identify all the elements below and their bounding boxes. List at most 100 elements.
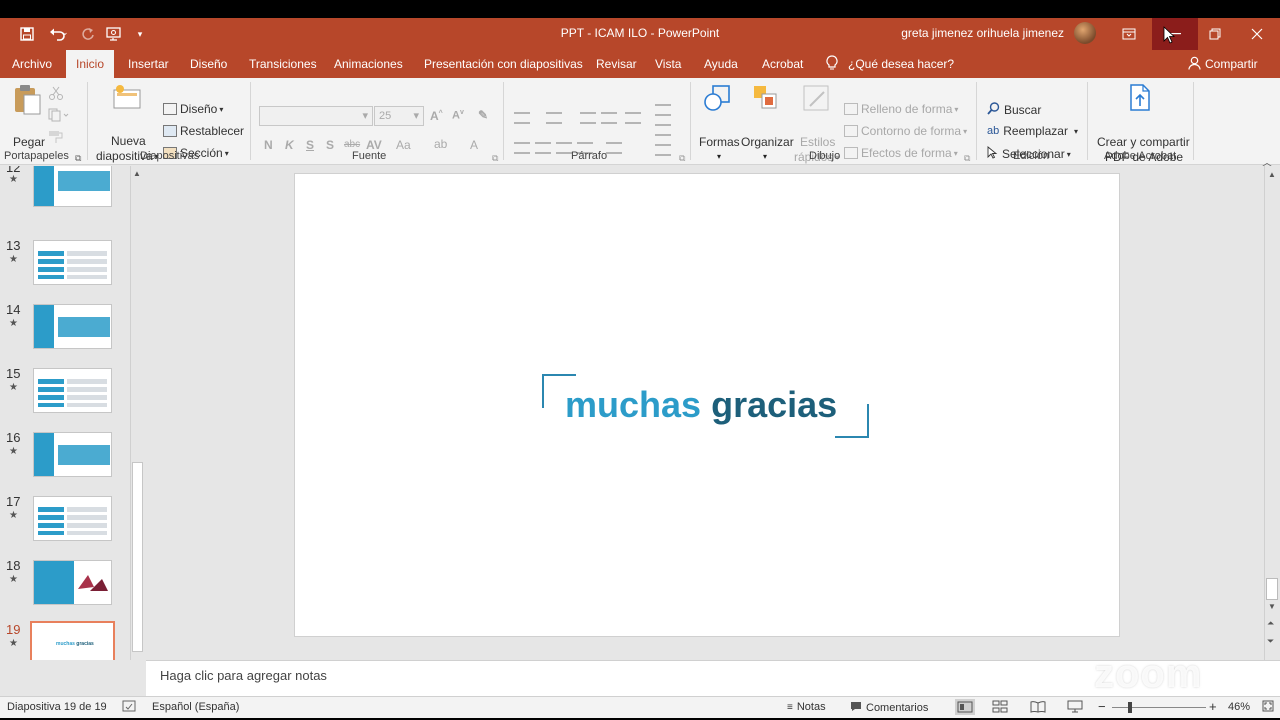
numbering-icon[interactable] [546, 112, 562, 124]
scroll-up-icon[interactable]: ▲ [133, 169, 141, 178]
align-left-icon[interactable] [514, 142, 530, 154]
create-pdf-icon[interactable] [1128, 84, 1154, 115]
fit-to-window-icon[interactable] [1262, 700, 1274, 715]
copy-icon[interactable] [48, 108, 70, 125]
thumbnail-slide-16[interactable] [33, 432, 112, 477]
comments-toggle[interactable]: Comentarios [850, 701, 928, 715]
zoom-out-icon[interactable]: − [1098, 699, 1106, 714]
language-status[interactable]: Español (España) [152, 701, 239, 713]
format-painter-icon[interactable] [48, 130, 64, 147]
thumbnail-slide-19[interactable]: muchas gracias [30, 621, 115, 660]
slide-canvas[interactable]: muchas gracias [294, 173, 1120, 637]
clipboard-launcher-icon[interactable]: ⧉ [75, 153, 81, 164]
bullets-icon[interactable] [514, 112, 530, 124]
share-button[interactable]: Compartir [1188, 50, 1258, 78]
tab-diseno[interactable]: Diseño [186, 50, 231, 78]
scroll-down-icon[interactable]: ▼ [1268, 602, 1276, 611]
font-name-combo[interactable]: ▾ [259, 106, 373, 126]
previous-slide-icon[interactable]: ⏶ [1267, 618, 1274, 629]
align-right-icon[interactable] [556, 142, 572, 154]
align-text-icon[interactable] [655, 124, 671, 136]
thumbnail-slide-17[interactable] [33, 496, 112, 541]
zoom-in-icon[interactable]: + [1209, 699, 1217, 714]
restore-button[interactable] [1192, 18, 1238, 50]
tab-animaciones[interactable]: Animaciones [330, 50, 407, 78]
drawing-launcher-icon[interactable]: ⧉ [964, 153, 970, 164]
thumbnail-slide-12[interactable] [33, 166, 112, 207]
clear-formatting-icon[interactable]: ✎ [478, 108, 488, 122]
cut-icon[interactable] [48, 86, 64, 103]
decrease-indent-icon[interactable] [580, 112, 596, 124]
text-direction-icon[interactable] [655, 104, 671, 116]
quick-styles-icon[interactable] [802, 84, 832, 117]
avatar[interactable] [1074, 22, 1096, 44]
slideshow-icon[interactable] [1067, 700, 1083, 716]
arrange-icon[interactable] [752, 84, 780, 115]
slide-sorter-icon[interactable] [992, 700, 1008, 716]
slide-title[interactable]: muchas gracias [565, 384, 837, 426]
reset-button[interactable]: Restablecer [163, 124, 244, 138]
tab-insertar[interactable]: Insertar [124, 50, 173, 78]
spell-check-icon[interactable] [122, 700, 136, 716]
align-center-icon[interactable] [535, 142, 551, 154]
underline-button[interactable]: S [306, 138, 314, 152]
tab-archivo[interactable]: Archivo [8, 50, 56, 78]
reading-view-icon[interactable] [1030, 700, 1046, 716]
bold-button[interactable]: N [264, 138, 273, 152]
quick-styles-label-1[interactable]: Estilos [800, 135, 835, 149]
thumbnail-slide-13[interactable] [33, 240, 112, 285]
paste-icon[interactable] [13, 84, 43, 119]
slide-scroll-thumb[interactable] [1266, 578, 1278, 600]
new-slide-icon[interactable] [112, 84, 142, 113]
thumbnail-slide-15[interactable] [33, 368, 112, 413]
thumbnail-slide-18[interactable] [33, 560, 112, 605]
paragraph-launcher-icon[interactable]: ⧉ [679, 153, 685, 164]
tab-transiciones[interactable]: Transiciones [245, 50, 321, 78]
increase-font-icon[interactable]: A^ [430, 109, 443, 123]
shapes-icon[interactable] [703, 84, 733, 117]
create-pdf-label-1[interactable]: Crear y compartir [1097, 135, 1190, 149]
new-slide-label-1[interactable]: Nueva [111, 134, 146, 148]
italic-button[interactable]: K [285, 138, 294, 152]
shape-fill-button[interactable]: Relleno de forma ▾ [844, 102, 958, 116]
next-slide-icon[interactable]: ⏷ [1267, 636, 1274, 647]
shadow-button[interactable]: S [326, 138, 334, 152]
tab-vista[interactable]: Vista [651, 50, 685, 78]
find-button[interactable]: Buscar [987, 102, 1041, 118]
line-spacing-icon[interactable] [625, 112, 641, 124]
font-size-combo[interactable]: 25 ▾ [374, 106, 424, 126]
close-button[interactable] [1234, 18, 1280, 50]
columns-icon[interactable] [606, 142, 622, 154]
zoom-slider[interactable] [1112, 707, 1206, 708]
tab-inicio[interactable]: Inicio [66, 50, 115, 78]
increase-indent-icon[interactable] [601, 112, 617, 124]
shape-outline-button[interactable]: Contorno de forma ▾ [844, 124, 967, 138]
normal-view-icon[interactable] [955, 699, 975, 715]
tell-me-search[interactable]: ¿Qué desea hacer? [826, 50, 954, 78]
zoom-slider-thumb[interactable] [1128, 702, 1132, 713]
font-launcher-icon[interactable]: ⧉ [492, 153, 498, 164]
ribbon-display-options-icon[interactable] [1106, 18, 1152, 50]
shape-effects-button[interactable]: Efectos de forma ▾ [844, 146, 958, 160]
thumbnails-scroll-thumb[interactable] [132, 462, 143, 652]
zoom-level[interactable]: 46% [1228, 701, 1250, 713]
notes-toggle[interactable]: ≡ Notas [787, 701, 826, 713]
smartart-icon[interactable] [655, 144, 671, 156]
tab-acrobat[interactable]: Acrobat [758, 50, 807, 78]
scroll-up-icon[interactable]: ▲ [1268, 170, 1276, 179]
arrange-button[interactable]: Organizar [741, 135, 794, 149]
font-color-icon[interactable]: A [470, 138, 478, 152]
strikethrough-button[interactable]: abc [344, 139, 360, 150]
thumbnail-slide-14[interactable] [33, 304, 112, 349]
change-case-icon[interactable]: Aa [396, 138, 411, 152]
tab-revisar[interactable]: Revisar [592, 50, 641, 78]
paint-bucket-icon [844, 103, 858, 115]
decrease-font-icon[interactable]: Av [452, 109, 464, 122]
replace-button[interactable]: ab Reemplazar ▾ [987, 124, 1078, 138]
tab-ayuda[interactable]: Ayuda [700, 50, 742, 78]
highlight-icon[interactable]: ab [434, 137, 447, 151]
shapes-button[interactable]: Formas [699, 135, 740, 149]
paste-button[interactable]: Pegar [13, 135, 45, 149]
layout-button[interactable]: Diseño ▾ [163, 102, 223, 116]
tab-presentacion[interactable]: Presentación con diapositivas [420, 50, 587, 78]
